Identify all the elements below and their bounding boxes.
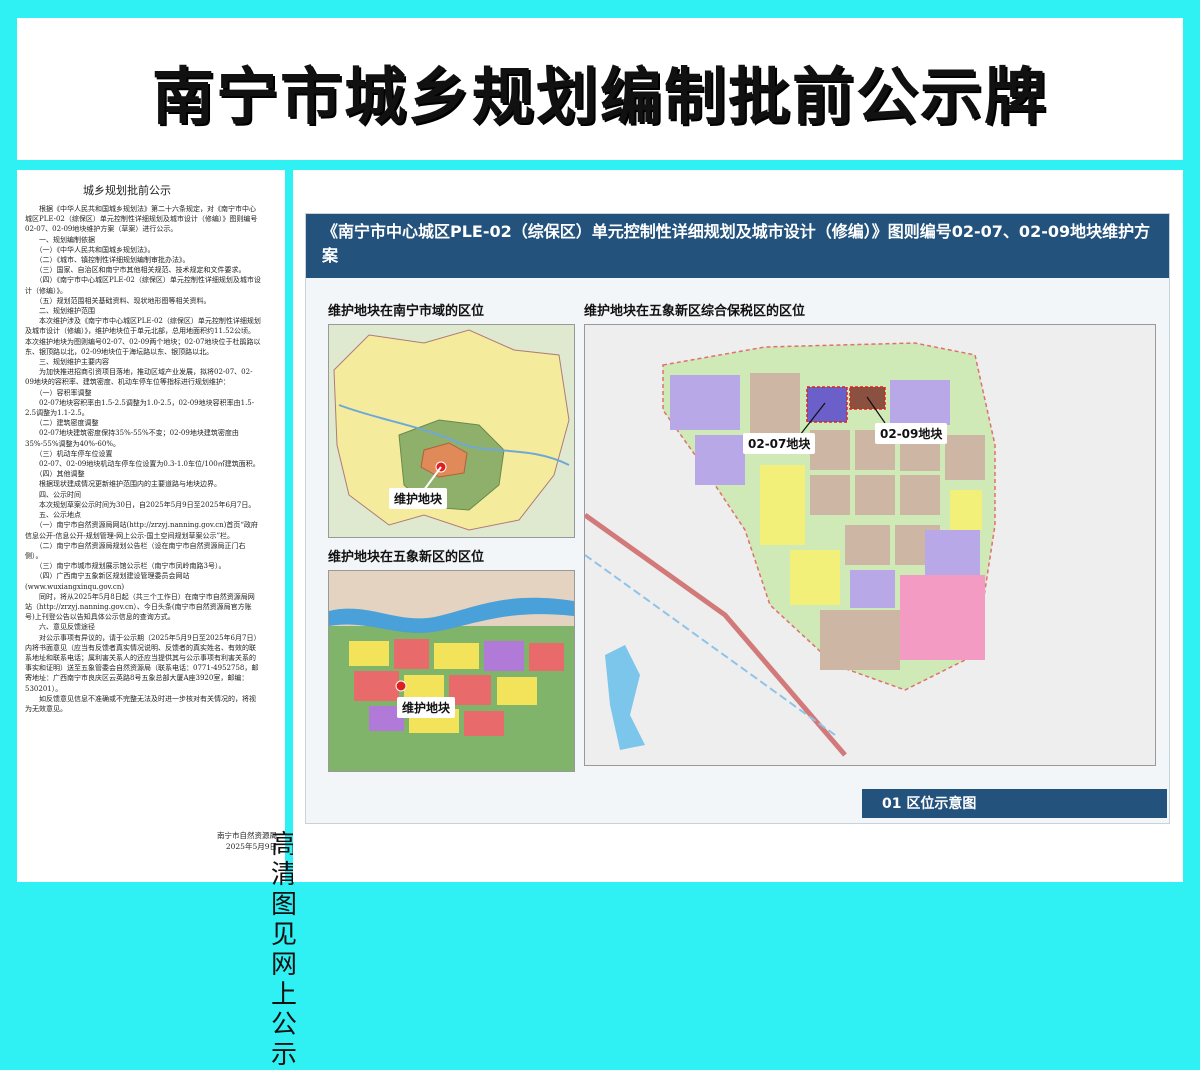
parcel-purple bbox=[925, 530, 980, 575]
notice-board: 南宁市城乡规划编制批前公示牌 城乡规划批前公示 根据《中华人民共和国城乡规划法》… bbox=[0, 0, 1200, 1070]
notice-panel: 城乡规划批前公示 根据《中华人民共和国城乡规划法》第二十六条规定，对《南宁市中心… bbox=[17, 170, 297, 1070]
parcel-tan bbox=[810, 475, 850, 515]
map-wuxiang: 维护地块 bbox=[328, 570, 575, 772]
parcel-purple bbox=[890, 380, 950, 425]
location-sheet: 《南宁市中心城区PLE-02（综保区）单元控制性详细规划及城市设计（修编）》图则… bbox=[305, 213, 1170, 824]
wuxiang-svg bbox=[329, 571, 574, 771]
parcel-0207 bbox=[806, 386, 848, 423]
notice-body: 根据《中华人民共和国城乡规划法》第二十六条规定，对《南宁市中心城区PLE-02（… bbox=[25, 205, 261, 713]
label-0207: 02-07地块 bbox=[743, 433, 816, 454]
bonded-zone-svg bbox=[585, 325, 1155, 765]
parcel-yellow bbox=[790, 550, 840, 605]
notice-title: 城乡规划批前公示 bbox=[83, 184, 171, 197]
block-yellow bbox=[349, 641, 389, 666]
block-red bbox=[529, 643, 564, 671]
board-title: 南宁市城乡规划编制批前公示牌 bbox=[151, 60, 1048, 133]
label-parcel-wuxiang: 维护地块 bbox=[397, 697, 456, 718]
label-parcel-city: 维护地块 bbox=[389, 488, 448, 509]
block-red bbox=[354, 671, 399, 701]
parcel-purple bbox=[695, 435, 745, 485]
block-yellow bbox=[434, 643, 479, 669]
parcel-purple bbox=[670, 375, 740, 430]
parcel-tan bbox=[900, 475, 940, 515]
block-red bbox=[464, 711, 504, 736]
title-band: 南宁市城乡规划编制批前公示牌 bbox=[17, 18, 1183, 160]
notice-signature: 南宁市自然资源局 2025年5月9日 bbox=[167, 830, 277, 852]
signature-date: 2025年5月9日 bbox=[225, 842, 277, 851]
sheet-header: 《南宁市中心城区PLE-02（综保区）单元控制性详细规划及城市设计（修编）》图则… bbox=[306, 214, 1169, 278]
sheet-footer: 01 区位示意图 bbox=[862, 789, 1167, 818]
city-region-svg bbox=[329, 325, 574, 537]
label-0209: 02-09地块 bbox=[875, 423, 948, 444]
caption-city: 维护地块在南宁市域的区位 bbox=[328, 304, 485, 319]
parcel-pink bbox=[900, 575, 985, 660]
map-city-region: 维护地块 bbox=[328, 324, 575, 538]
block-purple bbox=[484, 641, 524, 671]
parcel-tan bbox=[810, 430, 850, 470]
parcel-tan bbox=[820, 610, 900, 670]
map-bonded-zone: 02-07地块 02-09地块 bbox=[584, 324, 1156, 766]
caption-bonded: 维护地块在五象新区综合保税区的区位 bbox=[584, 304, 806, 319]
block-red bbox=[449, 675, 491, 705]
sheet-title: 《南宁市中心城区PLE-02（综保区）单元控制性详细规划及城市设计（修编）》图则… bbox=[322, 222, 1151, 265]
parcel-tan bbox=[855, 475, 895, 515]
parcel-tan bbox=[845, 525, 890, 565]
parcel-yellow bbox=[760, 465, 805, 545]
footer-label: 01 区位示意图 bbox=[882, 796, 977, 812]
parcel-tan bbox=[945, 435, 985, 480]
block-red bbox=[394, 639, 429, 669]
block-yellow bbox=[497, 677, 537, 705]
location-pin-icon bbox=[395, 680, 407, 692]
caption-wuxiang: 维护地块在五象新区的区位 bbox=[328, 550, 485, 565]
signature-org: 南宁市自然资源局 bbox=[217, 831, 277, 840]
parcel-yellow bbox=[950, 490, 982, 530]
parcel-purple bbox=[850, 570, 895, 608]
